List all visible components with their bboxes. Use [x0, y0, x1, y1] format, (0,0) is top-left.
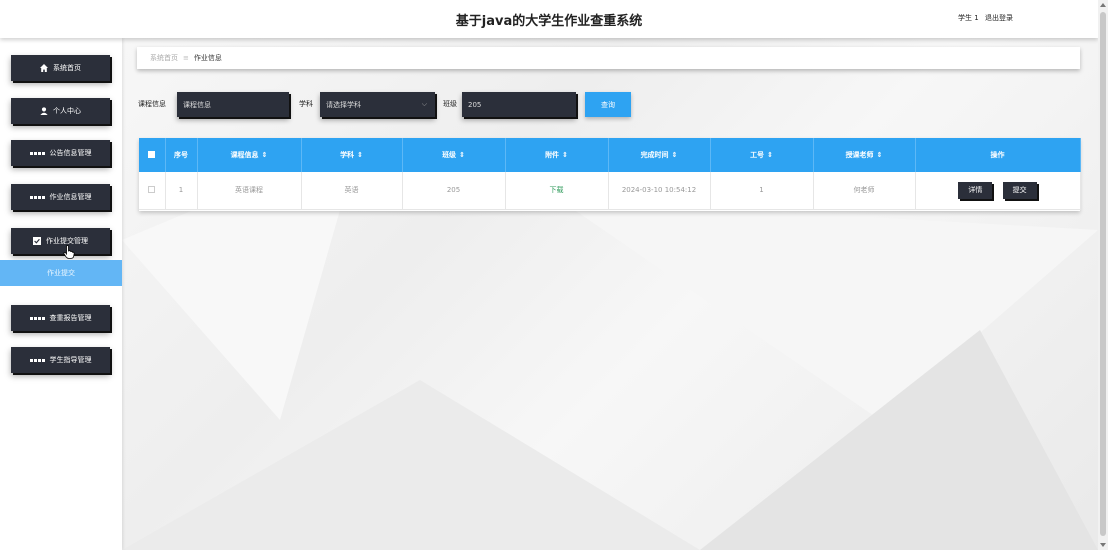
- column-header-course[interactable]: 课程信息 ⇕: [197, 138, 302, 172]
- cell-actions: 详情 提交: [915, 172, 1081, 210]
- sidebar-item-home[interactable]: 系统首页: [11, 55, 110, 81]
- row-select-cell[interactable]: [139, 172, 166, 210]
- vertical-scrollbar[interactable]: [1098, 0, 1108, 550]
- sort-icon[interactable]: ⇕: [877, 151, 883, 159]
- table-row: 1 英语课程 英语 205 下载 2024-03-10 10:54:12 1 何…: [139, 172, 1081, 210]
- subject-select-placeholder: 请选择学科: [326, 100, 361, 109]
- logout-link[interactable]: 退出登录: [985, 13, 1013, 23]
- course-search-placeholder: 课程信息: [183, 100, 211, 109]
- subject-select[interactable]: 请选择学科 ⌵: [320, 92, 435, 117]
- background-pattern: [122, 140, 1098, 550]
- column-header-attachment[interactable]: 附件 ⇕: [505, 138, 609, 172]
- chevron-down-icon: ⌵: [421, 100, 427, 108]
- sidebar: 系统首页 个人中心 公告信息管理 作业信息管理 作业提交管理 作业提交 查重报告…: [0, 38, 122, 550]
- breadcrumb: 系统首页 ≡ 作业信息: [137, 47, 1080, 69]
- column-header-finish-time[interactable]: 完成时间 ⇕: [608, 138, 711, 172]
- query-button[interactable]: 查询: [585, 92, 631, 117]
- sort-icon[interactable]: ⇕: [357, 151, 363, 159]
- submit-button[interactable]: 提交: [1002, 181, 1037, 199]
- download-link[interactable]: 下载: [550, 186, 564, 194]
- homework-table: 序号 课程信息 ⇕ 学科 ⇕ 班级 ⇕ 附件 ⇕ 完成时间 ⇕ 工号 ⇕ 授课老师 ⇕ 操作 …: [139, 138, 1081, 211]
- cell-subject: 英语: [301, 172, 403, 210]
- top-header: 基于java的大学生作业查重系统 学生 1 退出登录: [0, 0, 1098, 38]
- column-header-actions: 操作: [915, 138, 1081, 172]
- sidebar-item-label: 公告信息管理: [49, 149, 92, 157]
- select-all-header[interactable]: [139, 138, 166, 172]
- breadcrumb-separator-icon: ≡: [183, 54, 189, 62]
- select-all-checkbox[interactable]: [148, 150, 156, 158]
- sidebar-item-label: 个人中心: [53, 107, 81, 115]
- cell-finish-time: 2024-03-10 10:54:12: [608, 172, 711, 210]
- cell-class: 205: [402, 172, 506, 210]
- cell-teacher: 何老师: [813, 172, 916, 210]
- grid-icon: [29, 358, 45, 362]
- sidebar-item-label: 作业信息管理: [49, 193, 92, 201]
- sort-icon[interactable]: ⇕: [767, 151, 773, 159]
- home-icon: [40, 64, 48, 72]
- sidebar-item-notice-management[interactable]: 公告信息管理: [11, 140, 110, 166]
- sidebar-item-profile[interactable]: 个人中心: [11, 98, 110, 124]
- column-header-index: 序号: [165, 138, 198, 172]
- sort-icon[interactable]: ⇕: [672, 151, 678, 159]
- sort-icon[interactable]: ⇕: [562, 151, 568, 159]
- scroll-down-arrow-icon[interactable]: [1100, 543, 1106, 547]
- subject-filter-label: 学科: [299, 100, 313, 108]
- page-background: [0, 0, 1108, 550]
- grid-icon: [29, 316, 45, 320]
- row-checkbox[interactable]: [148, 185, 156, 193]
- sidebar-subitem-submission[interactable]: 作业提交: [0, 260, 122, 286]
- column-header-teacher[interactable]: 授课老师 ⇕: [813, 138, 916, 172]
- cell-course: 英语课程: [197, 172, 302, 210]
- grid-icon: [29, 151, 45, 155]
- scrollbar-thumb[interactable]: [1100, 12, 1106, 536]
- page-title: 基于java的大学生作业查重系统: [455, 14, 643, 29]
- cell-employee-no: 1: [710, 172, 814, 210]
- column-header-employee-no[interactable]: 工号 ⇕: [710, 138, 814, 172]
- sidebar-item-guidance-management[interactable]: 学生指导管理: [11, 347, 110, 373]
- breadcrumb-home-link[interactable]: 系统首页: [150, 53, 178, 63]
- hand-pointer-cursor-icon: [63, 245, 75, 261]
- class-search-input[interactable]: 205: [462, 92, 576, 117]
- course-filter-label: 课程信息: [138, 100, 166, 108]
- detail-button[interactable]: 详情: [958, 181, 993, 199]
- user-icon: [40, 107, 48, 115]
- sort-icon[interactable]: ⇕: [459, 151, 465, 159]
- cell-index: 1: [165, 172, 198, 210]
- class-filter-label: 班级: [443, 100, 457, 108]
- cell-attachment: 下载: [505, 172, 609, 210]
- sidebar-item-homework-management[interactable]: 作业信息管理: [11, 184, 110, 210]
- sidebar-item-label: 学生指导管理: [49, 356, 92, 364]
- check-square-icon: [33, 237, 41, 245]
- course-search-input[interactable]: 课程信息: [177, 92, 289, 117]
- table-header-row: 序号 课程信息 ⇕ 学科 ⇕ 班级 ⇕ 附件 ⇕ 完成时间 ⇕ 工号 ⇕ 授课老师 ⇕ 操作: [139, 138, 1081, 172]
- sidebar-item-label: 查重报告管理: [49, 314, 92, 322]
- grid-icon: [29, 195, 45, 199]
- scroll-up-arrow-icon[interactable]: [1100, 3, 1106, 7]
- class-search-value: 205: [468, 100, 482, 109]
- column-header-subject[interactable]: 学科 ⇕: [301, 138, 403, 172]
- breadcrumb-current: 作业信息: [193, 54, 222, 62]
- sidebar-item-label: 系统首页: [53, 64, 81, 72]
- sidebar-item-submission-management[interactable]: 作业提交管理: [11, 228, 110, 254]
- column-header-class[interactable]: 班级 ⇕: [402, 138, 506, 172]
- sort-icon[interactable]: ⇕: [262, 151, 268, 159]
- current-user: 学生 1: [958, 14, 979, 22]
- sidebar-item-report-management[interactable]: 查重报告管理: [11, 305, 110, 331]
